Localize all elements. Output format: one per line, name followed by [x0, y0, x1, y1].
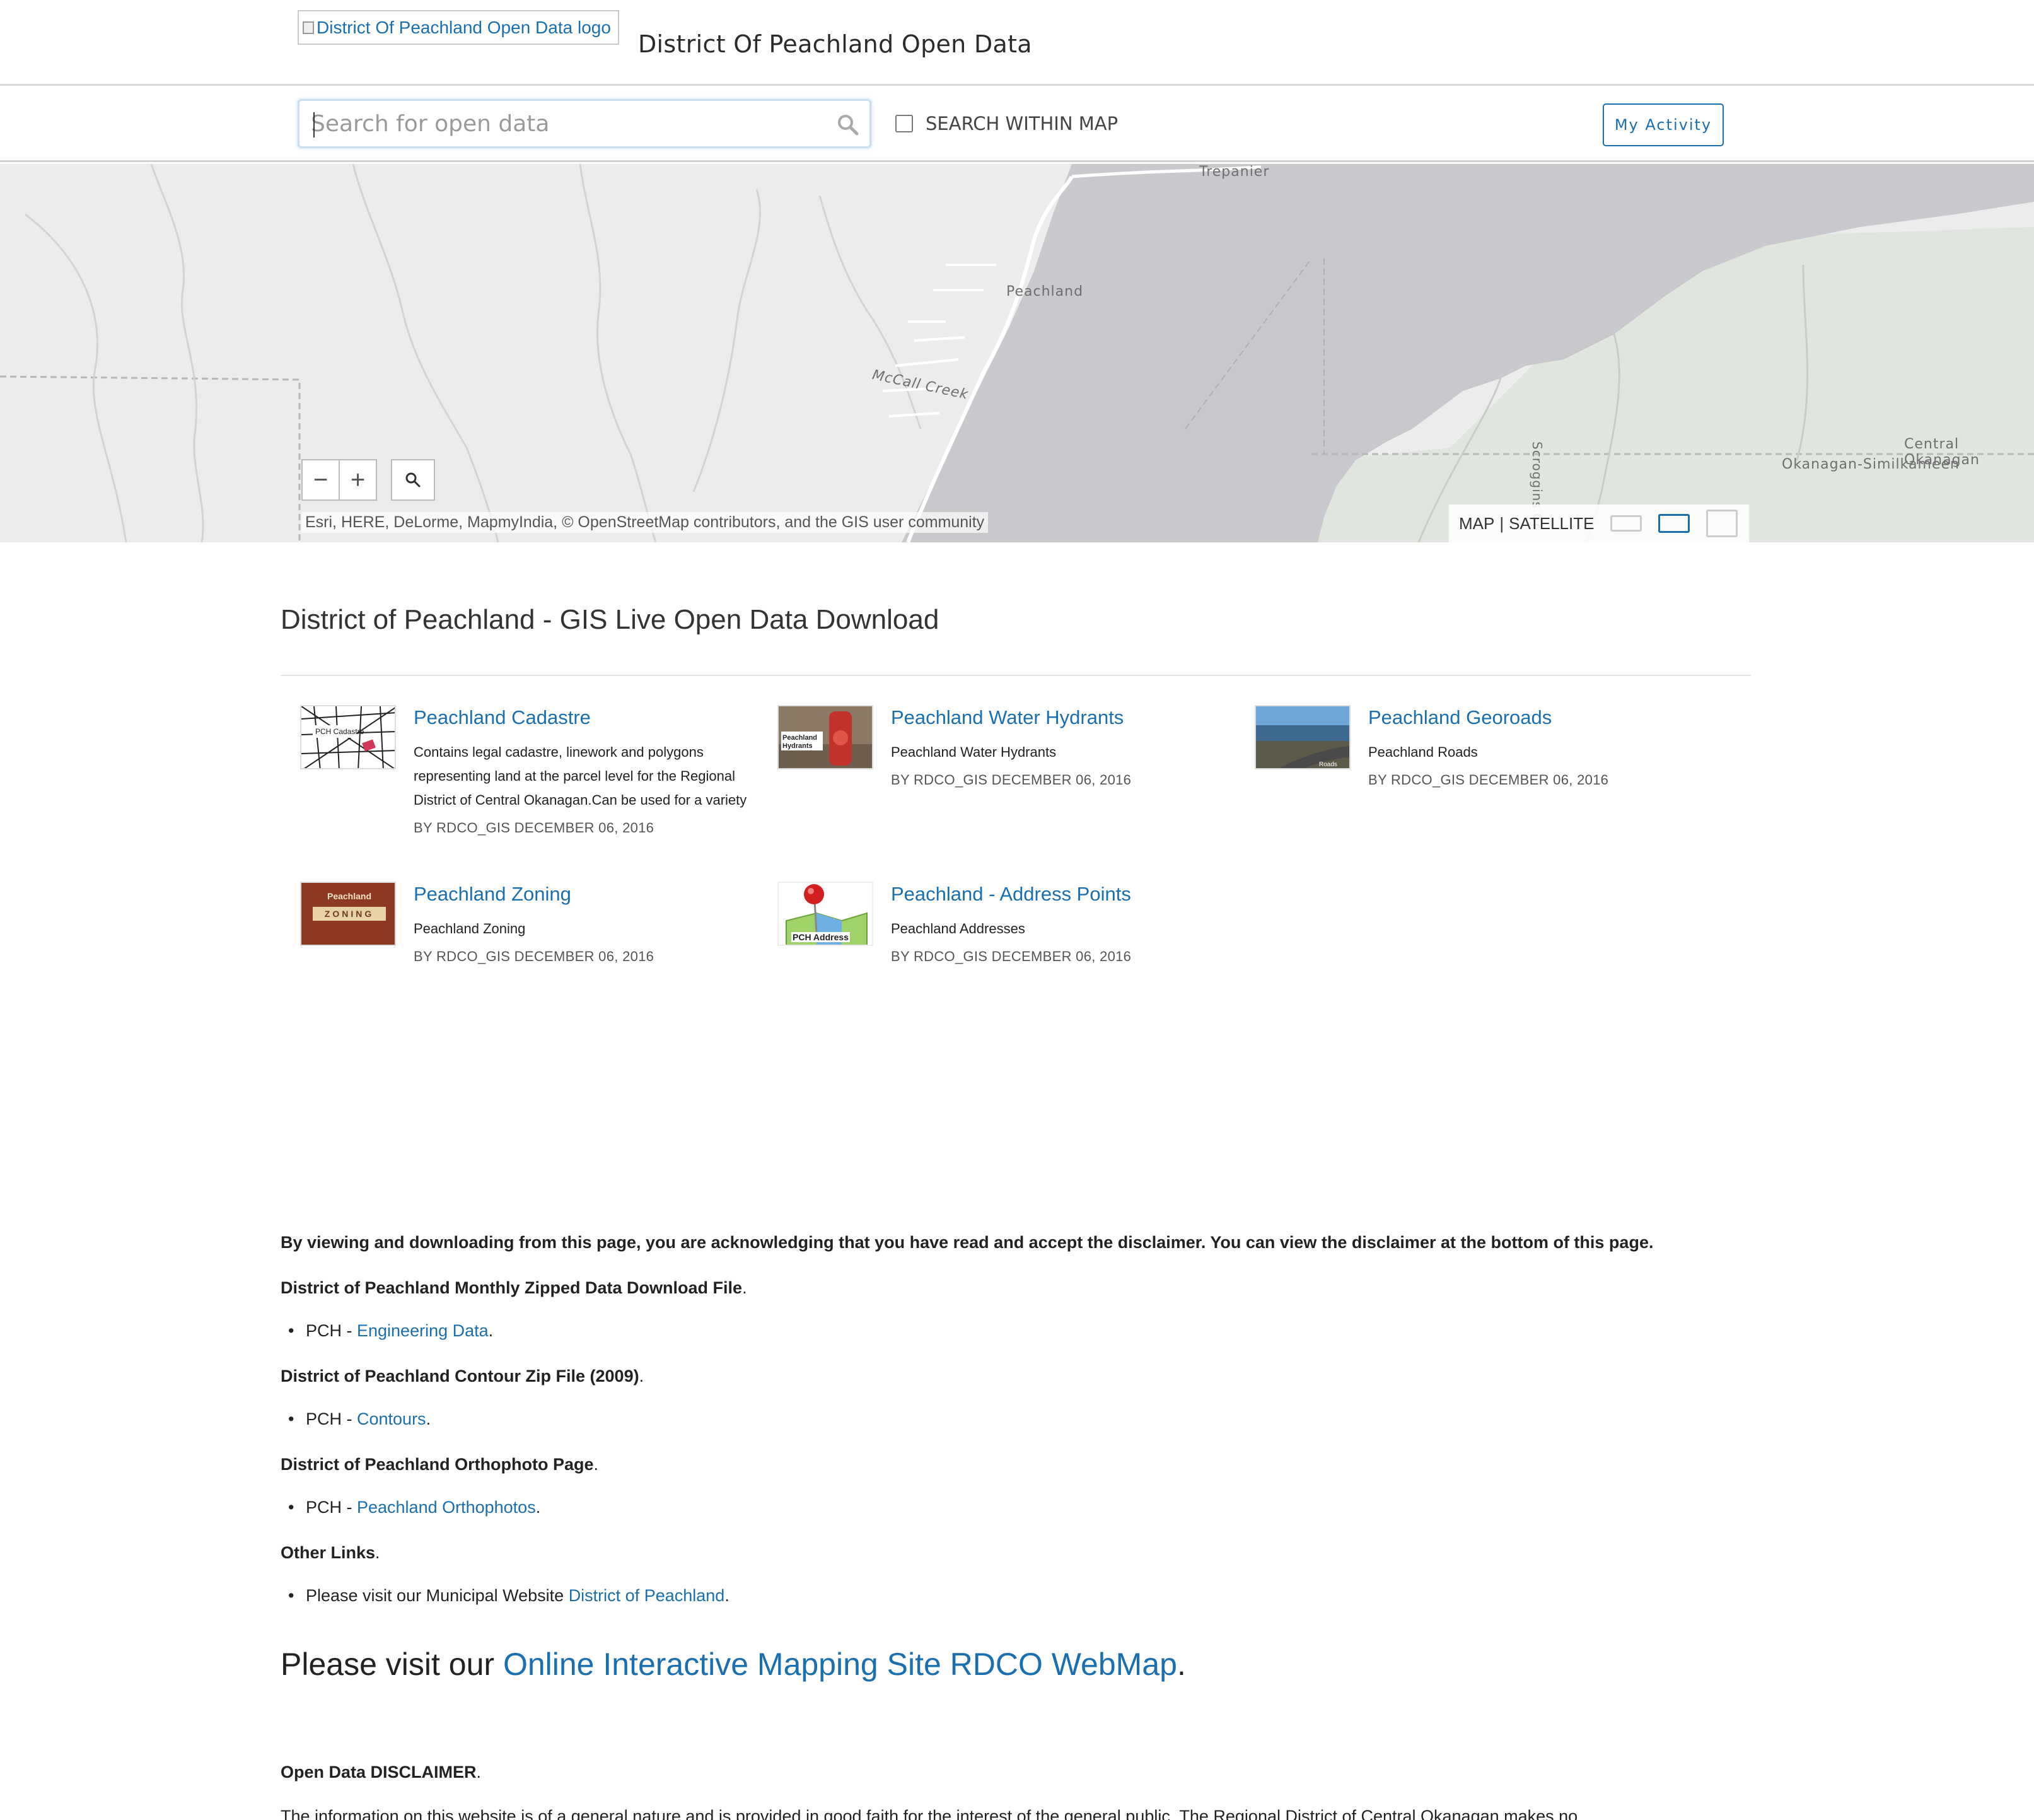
basemap-separator: |	[1499, 513, 1504, 533]
georoads-thumbnail[interactable]: Roads	[1255, 705, 1351, 769]
zoning-thumbnail[interactable]: Peachland ZONING	[300, 882, 396, 946]
dataset-description: Peachland Roads	[1368, 744, 1478, 760]
map-view[interactable]: Trepanier Peachland McCall Creek Scroggi…	[0, 164, 2034, 542]
map-label-peachland: Peachland	[1006, 284, 1084, 300]
map-attribution: Esri, HERE, DeLorme, MapmyIndia, © OpenS…	[301, 512, 989, 533]
address-thumbnail[interactable]: PCH Address	[777, 882, 873, 946]
svg-text:Hydrants: Hydrants	[782, 742, 813, 750]
dataset-meta: BY RDCO_GIS DECEMBER 06, 2016	[891, 772, 1132, 788]
zoom-control: − +	[301, 459, 377, 501]
broken-image-icon	[303, 21, 314, 34]
logo-alt-text: District Of Peachland Open Data logo	[317, 17, 611, 37]
dataset-description: Peachland Water Hydrants	[891, 744, 1057, 760]
dataset-title-link[interactable]: Peachland Water Hydrants	[891, 706, 1244, 729]
search-within-map-checkbox[interactable]	[895, 115, 913, 132]
dataset-description: Contains legal cadastre, linework and po…	[414, 744, 747, 808]
site-header: District Of Peachland Open Data logo Dis…	[0, 0, 2034, 86]
list-item: Please visit our Municipal Website Distr…	[288, 1586, 729, 1606]
orthophoto-heading: District of Peachland Orthophoto Page.	[281, 1455, 599, 1474]
search-within-map-toggle[interactable]: SEARCH WITHIN MAP	[895, 113, 1118, 134]
search-bar: SEARCH WITHIN MAP My Activity	[0, 88, 2034, 162]
site-logo[interactable]: District Of Peachland Open Data logo	[298, 10, 619, 45]
dataset-meta: BY RDCO_GIS DECEMBER 06, 2016	[1368, 772, 1609, 788]
disclaimer-heading: Open Data DISCLAIMER.	[281, 1763, 482, 1782]
zoom-in-button[interactable]: +	[340, 460, 376, 499]
dataset-meta: BY RDCO_GIS DECEMBER 06, 2016	[891, 948, 1132, 964]
section-title: District of Peachland - GIS Live Open Da…	[281, 604, 939, 635]
dataset-title-link[interactable]: Peachland Georoads	[1368, 706, 1721, 729]
my-activity-button[interactable]: My Activity	[1603, 103, 1724, 146]
list-item: PCH - Peachland Orthophotos.	[288, 1498, 540, 1517]
list-item: PCH - Engineering Data.	[288, 1321, 493, 1341]
disclaimer-notice: By viewing and downloading from this pag…	[281, 1233, 1654, 1252]
monthly-heading: District of Peachland Monthly Zipped Dat…	[281, 1278, 747, 1297]
svg-text:Roads: Roads	[1319, 761, 1337, 768]
webmap-callout: Please visit our Online Interactive Mapp…	[281, 1647, 1186, 1682]
dataset-title-link[interactable]: Peachland - Address Points	[891, 883, 1244, 906]
cadastre-thumbnail[interactable]: PCH Cadastre	[300, 705, 396, 769]
basemap-swatch-imagery[interactable]	[1706, 510, 1738, 537]
municipal-website-link[interactable]: District of Peachland	[569, 1586, 725, 1605]
dataset-title-link[interactable]: Peachland Zoning	[414, 883, 767, 906]
webmap-link[interactable]: Online Interactive Mapping Site RDCO Web…	[503, 1647, 1177, 1682]
dataset-description: Peachland Zoning	[414, 921, 526, 936]
hydrants-thumbnail[interactable]: Peachland Hydrants	[777, 705, 873, 769]
map-search-button[interactable]	[391, 459, 435, 501]
basemap-switcher: MAP | SATELLITE	[1449, 505, 1749, 542]
contours-link[interactable]: Contours	[357, 1409, 426, 1428]
engineering-data-link[interactable]: Engineering Data	[357, 1321, 489, 1340]
svg-text:PCH Cadastre: PCH Cadastre	[315, 727, 364, 736]
svg-text:Peachland: Peachland	[327, 891, 371, 901]
dataset-meta: BY RDCO_GIS DECEMBER 06, 2016	[414, 820, 654, 836]
address-thumbnail-label: PCH Address	[791, 932, 850, 942]
divider	[281, 675, 1751, 676]
dataset-title-link[interactable]: Peachland Cadastre	[414, 706, 767, 729]
contour-heading: District of Peachland Contour Zip File (…	[281, 1367, 644, 1385]
basemap-swatch-light[interactable]	[1610, 515, 1642, 532]
map-label-okanagan-similkameen: Okanagan-Similkameen	[1782, 457, 1960, 472]
list-item: PCH - Contours.	[288, 1409, 431, 1429]
disclaimer-text: The information on this website is of a …	[281, 1807, 1578, 1820]
text-caret	[313, 112, 315, 137]
basemap-map-option[interactable]: MAP	[1459, 514, 1494, 534]
magnifier-icon	[405, 472, 421, 487]
dataset-description: Peachland Addresses	[891, 921, 1025, 936]
search-box	[298, 99, 871, 148]
search-icon[interactable]	[835, 112, 861, 137]
other-links-heading: Other Links.	[281, 1543, 380, 1562]
site-title: District Of Peachland Open Data	[638, 30, 1032, 58]
map-label-trepanier: Trepanier	[1199, 164, 1270, 180]
dataset-meta: BY RDCO_GIS DECEMBER 06, 2016	[414, 948, 654, 964]
basemap-satellite-option[interactable]: SATELLITE	[1509, 514, 1594, 534]
svg-text:ZONING: ZONING	[325, 909, 374, 919]
orthophotos-link[interactable]: Peachland Orthophotos	[357, 1498, 536, 1517]
zoom-out-button[interactable]: −	[303, 460, 340, 499]
search-input[interactable]	[311, 107, 815, 140]
basemap-swatch-selected[interactable]	[1658, 514, 1690, 533]
search-within-map-label: SEARCH WITHIN MAP	[926, 113, 1119, 134]
svg-text:Peachland: Peachland	[782, 734, 817, 742]
